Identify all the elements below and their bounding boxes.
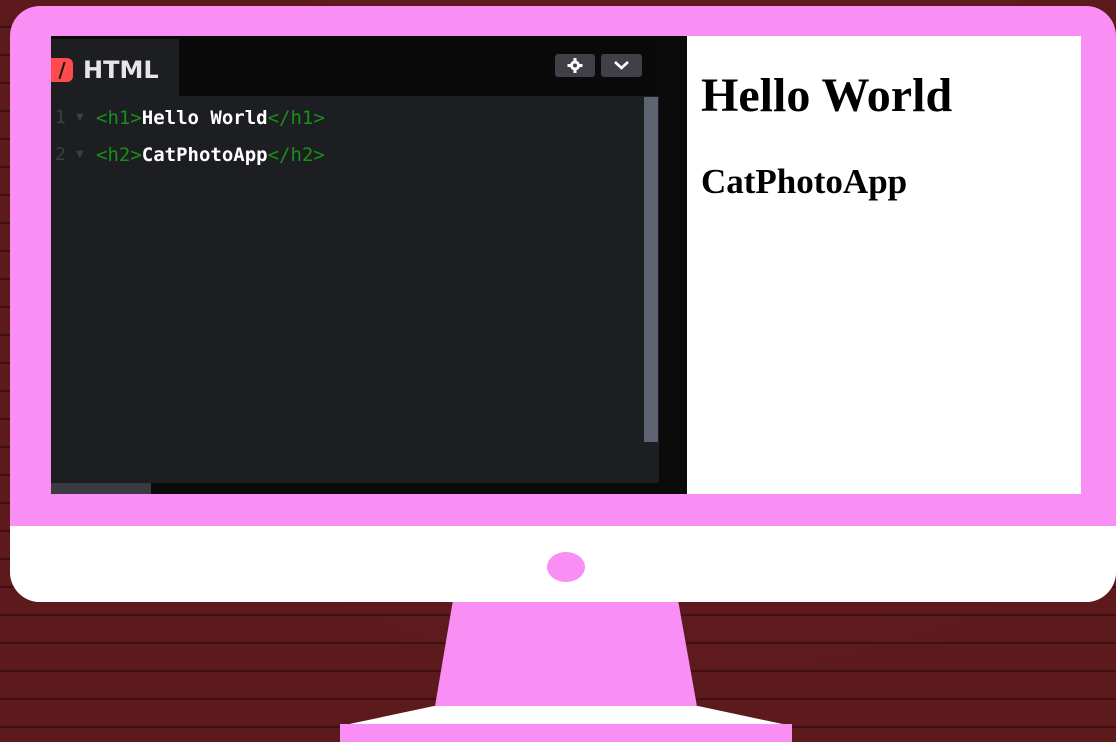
fold-arrow-icon[interactable]: ▼	[76, 104, 84, 132]
chevron-down-icon	[614, 61, 629, 70]
editor-header: / HTML	[51, 36, 659, 96]
options-dropdown-button[interactable]	[601, 54, 642, 77]
line-number: 2	[55, 144, 66, 165]
line-number: 1	[55, 107, 66, 128]
settings-button[interactable]	[555, 54, 595, 77]
tab-html[interactable]: / HTML	[51, 39, 179, 96]
stand-neck	[434, 600, 698, 712]
vertical-scrollbar[interactable]	[644, 97, 658, 442]
code-area[interactable]: 1 ▼ <h1>Hello World</h1> 2 ▼ <h2>CatPhot…	[51, 104, 641, 178]
open-tag: <h2>	[96, 144, 142, 166]
preview-heading-2: CatPhotoApp	[701, 162, 908, 201]
power-button	[547, 552, 585, 582]
close-tag: </h1>	[267, 107, 325, 129]
html-file-icon: /	[51, 58, 73, 82]
code-text: <h1>Hello World</h1>	[96, 104, 325, 132]
pane-divider[interactable]	[659, 36, 687, 494]
code-line: 2 ▼ <h2>CatPhotoApp</h2>	[51, 141, 641, 178]
horizontal-scrollbar[interactable]	[51, 483, 151, 494]
gear-icon	[567, 58, 583, 73]
code-text: <h2>CatPhotoApp</h2>	[96, 141, 325, 169]
fold-arrow-icon[interactable]: ▼	[76, 141, 84, 169]
stand-base-top	[340, 706, 792, 726]
stand-base	[340, 724, 792, 742]
open-tag: <h1>	[96, 107, 142, 129]
monitor: / HTML 1 ▼ <h1>Hello World</h1> 2 ▼ <h2>…	[10, 6, 1116, 602]
tag-content: CatPhotoApp	[141, 144, 268, 166]
screen: / HTML 1 ▼ <h1>Hello World</h1> 2 ▼ <h2>…	[51, 36, 1081, 494]
close-tag: </h2>	[267, 144, 325, 166]
code-editor[interactable]: / HTML 1 ▼ <h1>Hello World</h1> 2 ▼ <h2>…	[51, 36, 659, 494]
tab-label: HTML	[83, 56, 159, 84]
tag-content: Hello World	[141, 107, 268, 129]
code-line: 1 ▼ <h1>Hello World</h1>	[51, 104, 641, 141]
preview-pane: Hello World CatPhotoApp	[687, 36, 1081, 494]
preview-heading-1: Hello World	[701, 69, 953, 122]
